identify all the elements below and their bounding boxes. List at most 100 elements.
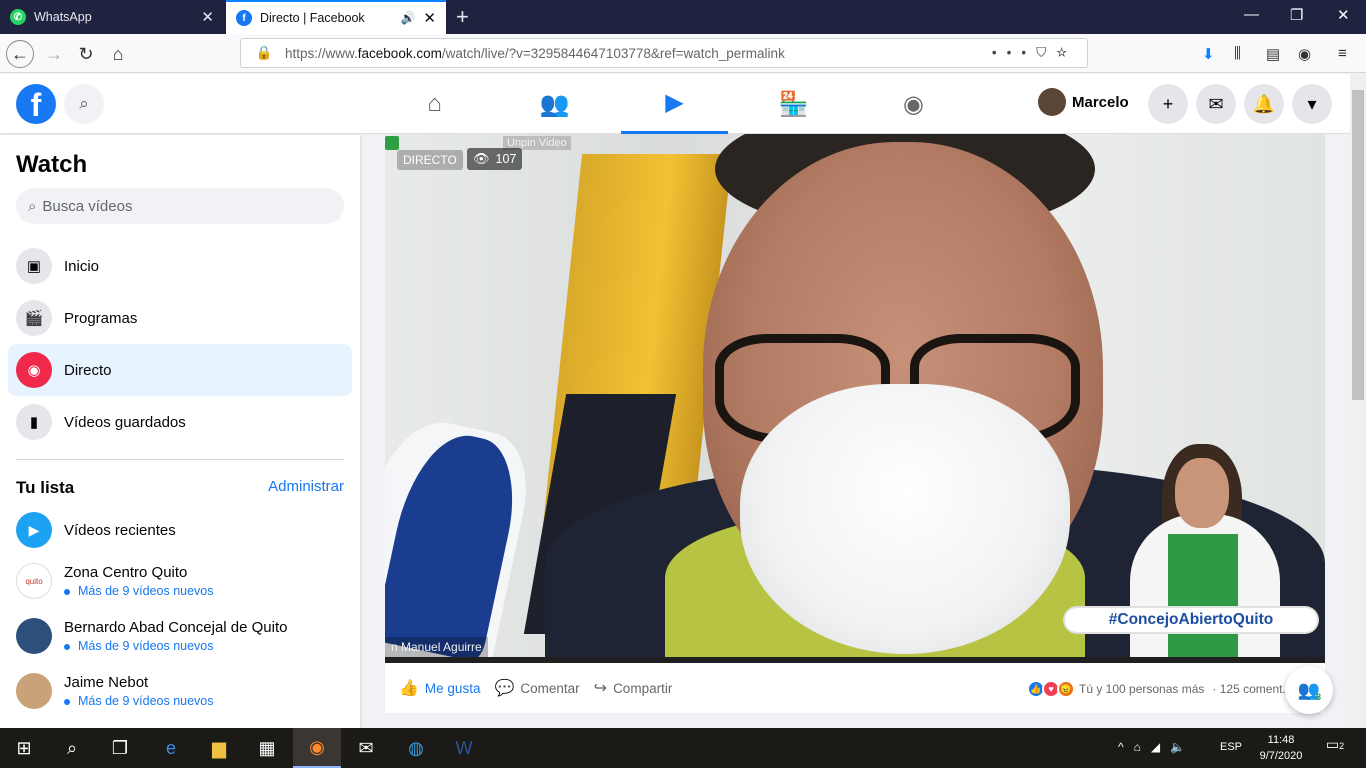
sidebar-item-label: Directo — [64, 361, 112, 379]
mail-icon[interactable]: ✉ — [342, 728, 390, 768]
menu-icon[interactable]: ≡ — [1338, 45, 1347, 62]
notifications-icon[interactable]: 🔔 — [1244, 84, 1284, 124]
chat-count-badge: 8 — [1315, 692, 1321, 702]
search-icon[interactable]: ⌕ — [48, 728, 96, 768]
close-window-icon[interactable]: ✕ — [1337, 6, 1350, 24]
shield-icon — [385, 136, 399, 150]
reactions-summary[interactable]: 👍 ♥ 😠 Tú y 100 personas más · 125 coment… — [1027, 680, 1289, 698]
page-actions-icon[interactable]: •••⛉☆ — [992, 45, 1087, 61]
library-icon[interactable]: ⫼ — [1234, 45, 1241, 62]
divider — [16, 459, 344, 460]
url-text[interactable]: https://www.facebook.com/watch/live/?v=3… — [279, 46, 992, 61]
video-face-mask — [740, 384, 1070, 654]
clapper-icon: 🎬 — [16, 300, 52, 336]
browser-navbar: ← → ↻ ⌂ 🔒 https://www.facebook.com/watch… — [0, 34, 1366, 73]
new-videos-label: Más de 9 vídeos nuevos — [64, 584, 214, 598]
download-icon[interactable]: ⬇ — [1202, 45, 1215, 63]
whatsapp-icon: ✆ — [10, 9, 26, 25]
language-indicator[interactable]: ESP — [1220, 741, 1242, 753]
source-name: Bernardo Abad Concejal de Quito — [64, 619, 288, 636]
avatar — [16, 673, 52, 709]
share-button[interactable]: ↪ Compartir — [594, 678, 673, 698]
search-input[interactable]: ⌕ Busca vídeos — [16, 188, 344, 224]
notification-center-icon[interactable]: ▭2 — [1320, 736, 1350, 760]
forward-button[interactable]: → — [40, 40, 68, 68]
messenger-icon[interactable]: ✉ — [1196, 84, 1236, 124]
reactions-text: Tú y 100 personas más — [1079, 682, 1205, 696]
new-dot-icon — [64, 588, 70, 595]
tab-facebook[interactable]: f Directo | Facebook 🔊 ✕ — [226, 0, 446, 34]
comment-icon: 💬 — [494, 680, 515, 697]
scrollbar[interactable] — [1350, 74, 1366, 728]
nav-watch-icon[interactable]: ▶ — [621, 74, 728, 134]
new-videos-label: Más de 9 vídeos nuevos — [64, 639, 287, 653]
list-title: Tu lista — [16, 478, 75, 497]
sidebar-item-inicio[interactable]: ▣ Inicio — [8, 240, 352, 292]
tab-whatsapp[interactable]: ✆ WhatsApp ✕ — [0, 0, 224, 34]
nav-home-icon[interactable]: ⌂ — [381, 74, 488, 134]
windows-start-icon[interactable]: ⊞ — [0, 728, 48, 768]
sidebar-item-directo[interactable]: ◉ Directo — [8, 344, 352, 396]
list-item[interactable]: ▶ Vídeos recientes — [16, 504, 356, 556]
sidebar-item-programas[interactable]: 🎬 Programas — [8, 292, 352, 344]
speaker-icon[interactable]: 🔊 — [400, 11, 415, 25]
group-chat-button[interactable]: 👥 8 — [1285, 666, 1333, 714]
sidebar-icon[interactable]: ▤ — [1266, 45, 1280, 63]
browser-tabbar: ✆ WhatsApp ✕ f Directo | Facebook 🔊 ✕ + … — [0, 0, 1366, 34]
new-tab-button[interactable]: + — [456, 4, 469, 30]
lock-icon[interactable]: 🔒 — [249, 45, 279, 61]
create-button[interactable]: + — [1148, 84, 1188, 124]
list-item[interactable]: Jaime Nebot Más de 9 vídeos nuevos — [16, 665, 356, 717]
video-action-bar: 👍 Me gusta 💬 Comentar ↪ Compartir 👍 ♥ 😠 … — [385, 663, 1325, 713]
new-videos-label: Más de 9 vídeos nuevos — [64, 694, 214, 708]
sidebar-item-videos-guardados[interactable]: ▮ Vídeos guardados — [8, 396, 352, 448]
live-video-icon: ◉ — [16, 352, 52, 388]
eye-icon: 👁 — [473, 151, 490, 166]
manage-link[interactable]: Administrar — [268, 478, 344, 498]
home-button[interactable]: ⌂ — [104, 40, 132, 68]
viewer-count: 👁 107 — [467, 148, 523, 170]
file-explorer-icon[interactable]: ▆ — [195, 728, 243, 768]
reload-button[interactable]: ↻ — [72, 40, 100, 68]
search-icon: ⌕ — [28, 197, 37, 215]
close-tab-icon[interactable]: ✕ — [201, 8, 214, 26]
bookmark-icon: ▮ — [16, 404, 52, 440]
system-tray-icons[interactable]: ^⌂◢🔈 — [1118, 740, 1195, 754]
comment-button[interactable]: 💬 Comentar — [494, 678, 579, 698]
search-icon[interactable]: ⌕ — [64, 84, 104, 124]
thumbs-up-icon: 👍 — [399, 680, 419, 697]
store-icon[interactable]: ▦ — [243, 728, 291, 768]
restore-icon[interactable]: ❐ — [1290, 6, 1303, 24]
profile-link[interactable]: Marcelo — [1038, 88, 1129, 116]
watch-sidebar: Watch ⌕ Busca vídeos ▣ Inicio 🎬 Programa… — [0, 135, 360, 728]
back-button[interactable]: ← — [6, 40, 34, 68]
word-icon[interactable]: W — [440, 728, 488, 768]
facebook-logo-icon[interactable]: f — [16, 84, 56, 124]
account-menu-icon[interactable]: ▾ — [1292, 84, 1332, 124]
minimize-icon[interactable]: — — [1244, 6, 1259, 23]
nav-marketplace-icon[interactable]: 🏪 — [740, 74, 847, 134]
avatar — [1038, 88, 1066, 116]
account-icon[interactable]: ◉ — [1298, 45, 1311, 63]
like-button[interactable]: 👍 Me gusta — [399, 678, 480, 698]
list-item[interactable]: quito Zona Centro Quito Más de 9 vídeos … — [16, 555, 356, 607]
comments-count[interactable]: · 125 coment.. — [1212, 682, 1289, 696]
edge-icon[interactable]: e — [147, 728, 195, 768]
url-bar[interactable]: 🔒 https://www.facebook.com/watch/live/?v… — [240, 38, 1088, 68]
source-name: Jaime Nebot — [64, 674, 149, 691]
quito-logo-icon: quito — [16, 563, 52, 599]
facebook-favicon-icon: f — [236, 10, 252, 26]
scrollbar-thumb[interactable] — [1352, 90, 1364, 400]
nav-groups-icon[interactable]: ◉ — [860, 74, 967, 134]
close-tab-icon[interactable]: ✕ — [423, 9, 436, 27]
live-video-player[interactable]: Unpin Video DIRECTO 👁 107 n Manuel Aguir… — [385, 134, 1325, 663]
app-icon[interactable]: ◍ — [392, 728, 440, 768]
nav-friends-icon[interactable]: 👥 — [501, 74, 608, 134]
page-title: Watch — [16, 151, 88, 178]
tab-title: WhatsApp — [34, 10, 92, 24]
clock[interactable]: 11:48 9/7/2020 — [1250, 732, 1312, 764]
tv-icon: ▣ — [16, 248, 52, 284]
firefox-icon[interactable]: ◉ — [293, 728, 341, 768]
task-view-icon[interactable]: ❐ — [96, 728, 144, 768]
list-item[interactable]: Bernardo Abad Concejal de Quito Más de 9… — [16, 610, 356, 662]
